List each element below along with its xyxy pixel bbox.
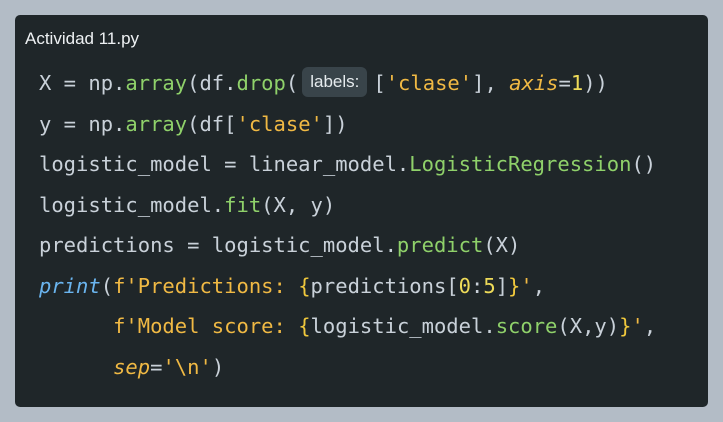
code-token: 'clase' [385, 71, 473, 95]
code-token: axis [509, 71, 559, 95]
code-token: logistic_model. [39, 192, 225, 217]
code-token: '\n' [162, 354, 212, 379]
code-token: (X) [483, 233, 521, 257]
code-token: sep [113, 354, 151, 379]
code-token: ( [100, 273, 114, 298]
code-token: 0 [458, 273, 471, 298]
code-token: () [631, 152, 657, 176]
code-token: LogisticRegression [409, 152, 632, 176]
code-token: f'Predictions: [113, 273, 299, 298]
code-token: = [558, 71, 571, 95]
file-title: Actividad 11.py [25, 29, 140, 48]
code-token: (X,y) [557, 314, 620, 338]
code-token: logistic_model = linear_model. [39, 152, 410, 176]
code-token: y = np. [39, 111, 126, 136]
code-token: ], [472, 71, 510, 95]
code-token: drop [236, 71, 286, 95]
code-token: array [125, 111, 188, 136]
code-token: ] [495, 273, 509, 298]
code-token: = [150, 354, 163, 379]
code-token: fit [224, 192, 262, 217]
inlay-hint: labels: [302, 67, 368, 97]
code-token: array [125, 71, 188, 95]
code-line[interactable]: print(f'Predictions: {predictions[0:5]}'… [39, 266, 656, 307]
code-token: } [508, 273, 521, 298]
code-line[interactable]: X = np.array(df.drop(labels: ['clase'], a… [39, 63, 656, 104]
code-window: Actividad 11.py X = np.array(df.drop(lab… [15, 15, 708, 407]
code-token: 1 [570, 71, 584, 95]
code-line[interactable]: logistic_model.fit(X, y) [39, 185, 656, 226]
code-token: (X, y) [261, 192, 336, 217]
code-token: : [471, 273, 484, 298]
code-token: predictions[ [310, 273, 459, 298]
code-line[interactable]: f'Model score: {logistic_model.score(X,y… [39, 306, 656, 347]
code-token: , [532, 273, 546, 298]
code-token: X = np. [39, 71, 126, 95]
code-token: )) [583, 71, 608, 95]
code-token: ]) [322, 111, 348, 136]
code-token: predict [396, 233, 484, 257]
code-token: ' [520, 273, 533, 298]
code-token: print [39, 273, 101, 298]
code-token: ) [211, 354, 225, 379]
code-token: [ [373, 71, 386, 95]
code-token: 'clase' [236, 111, 323, 136]
code-token: ( [285, 71, 299, 95]
code-line[interactable]: sep='\n') [39, 347, 656, 388]
code-token: score [495, 314, 558, 338]
code-token: } [619, 314, 632, 338]
code-line[interactable]: y = np.array(df['clase']) [39, 104, 656, 145]
code-token: f'Model score: [113, 314, 299, 338]
code-line[interactable]: logistic_model = linear_model.LogisticRe… [39, 144, 656, 185]
code-token: (df. [187, 71, 237, 95]
code-token: ' [631, 314, 644, 338]
code-token: { [298, 314, 311, 338]
code-line[interactable]: predictions = logistic_model.predict(X) [39, 225, 656, 266]
code-token: predictions = logistic_model. [39, 233, 397, 257]
code-token: (df[ [187, 111, 237, 136]
code-token: { [298, 273, 311, 298]
code-token: 5 [483, 273, 496, 298]
code-token: , [643, 314, 657, 338]
code-editor[interactable]: X = np.array(df.drop(labels: ['clase'], a… [39, 63, 656, 387]
code-token: logistic_model. [310, 314, 496, 338]
